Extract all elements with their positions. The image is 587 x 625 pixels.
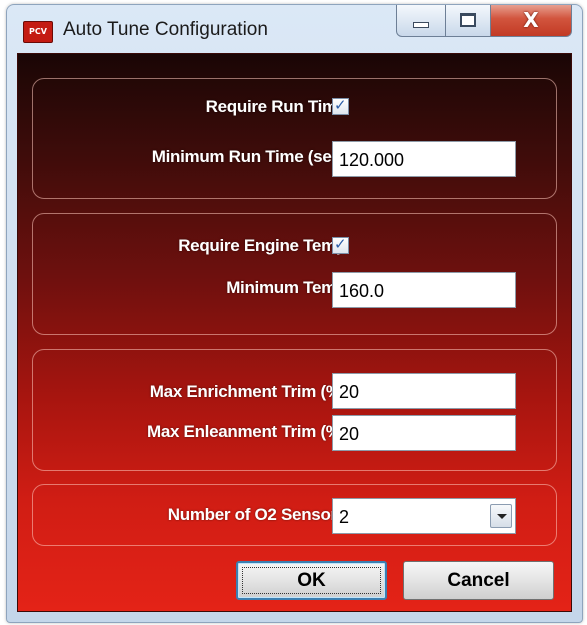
dialog-body: Require Run Time ✓ Minimum Run Time (sec… (17, 53, 572, 612)
chevron-down-icon[interactable] (490, 504, 512, 528)
o2-sensors-label: Number of O2 Sensors (167, 505, 347, 524)
app-icon: PCV (23, 21, 53, 43)
close-icon: X (523, 8, 539, 32)
focus-rectangle (242, 567, 381, 594)
min-temp-input[interactable]: 160.0 (332, 272, 516, 308)
check-icon: ✓ (334, 96, 347, 114)
max-enrichment-label: Max Enrichment Trim (%) (149, 382, 347, 401)
minimize-icon (413, 22, 429, 28)
max-enrichment-input[interactable]: 20 (332, 373, 516, 409)
min-run-time-input[interactable]: 120.000 (332, 141, 516, 177)
ok-button[interactable]: OK (236, 561, 387, 600)
require-engine-temp-label: Require Engine Temp (178, 236, 346, 255)
run-time-group: Require Run Time ✓ Minimum Run Time (sec… (32, 78, 557, 199)
cancel-button[interactable]: Cancel (403, 561, 554, 600)
o2-sensors-group: Number of O2 Sensors 2 (32, 484, 557, 546)
trim-group: Max Enrichment Trim (%) 20 Max Enleanmen… (32, 349, 557, 471)
dialog-window: PCV Auto Tune Configuration X Require Ru… (6, 4, 583, 623)
check-icon: ✓ (334, 235, 347, 253)
require-run-time-checkbox[interactable]: ✓ (332, 96, 349, 115)
close-button[interactable]: X (491, 5, 572, 37)
o2-sensors-select[interactable]: 2 (332, 498, 516, 534)
window-title: Auto Tune Configuration (63, 19, 268, 40)
min-run-time-label: Minimum Run Time (sec) (151, 147, 347, 166)
cancel-button-label: Cancel (447, 569, 510, 591)
min-temp-label: Minimum Temp (226, 278, 346, 297)
minimize-button[interactable] (396, 5, 446, 37)
max-enleanment-input[interactable]: 20 (332, 415, 516, 451)
caption-buttons: X (396, 5, 572, 40)
require-run-time-label: Require Run Time (205, 97, 347, 116)
require-engine-temp-checkbox[interactable]: ✓ (332, 235, 349, 254)
maximize-icon (460, 13, 476, 27)
maximize-button[interactable] (446, 5, 491, 37)
title-bar[interactable]: PCV Auto Tune Configuration X (7, 5, 582, 53)
o2-sensors-value: 2 (339, 507, 350, 527)
max-enleanment-label: Max Enleanment Trim (%) (146, 422, 346, 441)
engine-temp-group: Require Engine Temp ✓ Minimum Temp 160.0 (32, 213, 557, 335)
